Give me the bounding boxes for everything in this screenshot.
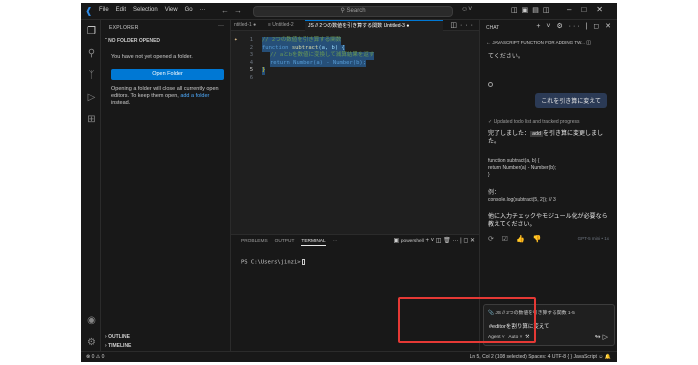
chat-message-text: てください。	[488, 54, 524, 60]
check-icon: ✓	[488, 119, 493, 125]
code-line: 6	[249, 74, 253, 81]
example-block: 例： console.log(subtract(5, 2)); // 3	[488, 190, 556, 203]
nav-arrows[interactable]: ←→	[221, 6, 247, 15]
panel-actions[interactable]: ▣ powershell + ˅ ◫ 🗑 ··· | ◻ ✕	[394, 237, 475, 244]
add-folder-link[interactable]: add a folder	[180, 93, 209, 99]
search-view-icon[interactable]: ⚲	[86, 48, 97, 59]
assistant-reply: 完了しました： add を引き算に変更しました。	[488, 131, 604, 145]
assistant-followup: 他に入力チェックやモジュール化が必要なら教えてください。	[488, 214, 608, 228]
sidebar-more-icon[interactable]: ···	[218, 23, 224, 29]
tab-untitled-3[interactable]: JS // 2つの数値を引き算する関数 Untitled-3 ●	[305, 20, 443, 31]
menu-bar: File Edit Selection View Go ···	[99, 7, 206, 13]
user-message-bubble: これを引き算に変えて	[535, 93, 607, 108]
copilot-status-icon[interactable]: ☺	[598, 354, 603, 360]
sparkle-icon[interactable]: ✦	[234, 36, 238, 44]
code-editor[interactable]: ✦ 1 // 2つの数値を引き算する関数 2 function subtract…	[231, 36, 479, 83]
progress-status[interactable]: ✓ Updated todo list and tracked progress	[488, 119, 579, 125]
panel-tabs: PROBLEMS OUTPUT TERMINAL ···	[241, 239, 337, 246]
account-icon[interactable]: ◉	[86, 315, 97, 326]
terminal-cursor	[301, 259, 305, 265]
code-line: ✦ 1 // 2つの数値を引き算する関数	[234, 36, 342, 45]
settings-gear-icon[interactable]: ⚙	[86, 337, 97, 348]
no-folder-section[interactable]: ˇ NO FOLDER OPENED	[105, 38, 160, 44]
window-controls[interactable]: –□✕	[567, 5, 613, 14]
layout-toggle-icons[interactable]: ◫▣▤◫	[511, 6, 553, 14]
explorer-sidebar: EXPLORER ··· ˇ NO FOLDER OPENED You have…	[101, 20, 231, 351]
copilot-icon[interactable]: ☺˅	[461, 6, 472, 13]
reaction-icons[interactable]: ⟳ ☑ 👍 👎	[488, 235, 544, 243]
command-center-search[interactable]: ⚲ Search	[253, 6, 453, 17]
editor-tabs: ntitled-1 ● ≡ Untitled-2 JS // 2つの数値を引き算…	[231, 20, 479, 31]
terminal-prompt: PS C:\Users\jinzi>	[241, 259, 301, 266]
no-folder-text: You have not yet opened a folder.	[111, 54, 193, 60]
status-circle-icon	[488, 82, 493, 87]
menu-selection[interactable]: Selection	[133, 7, 158, 13]
run-debug-icon[interactable]: ▷	[86, 92, 97, 103]
send-icon[interactable]: ↬▷	[595, 333, 610, 341]
editor-actions[interactable]: ◫···	[450, 21, 476, 29]
code-block: function subtract(a, b) { return Number(…	[488, 158, 557, 178]
chevron-right-icon: ›	[105, 334, 107, 340]
sidebar-title: EXPLORER	[109, 25, 139, 31]
back-arrow-icon[interactable]: ←	[486, 40, 491, 46]
open-folder-button[interactable]: Open Folder	[111, 69, 224, 80]
vscode-window: ❰ File Edit Selection View Go ··· ←→ ⚲ S…	[81, 3, 617, 362]
title-bar: ❰ File Edit Selection View Go ··· ←→ ⚲ S…	[81, 3, 617, 20]
red-highlight-box	[398, 297, 536, 343]
chat-session-icon[interactable]: ◫	[586, 40, 591, 46]
menu-go[interactable]: Go	[185, 7, 193, 13]
editor-status: Ln 5, Col 2 (108 selected) Spaces: 4 UTF…	[469, 354, 611, 360]
menu-view[interactable]: View	[165, 7, 178, 13]
shell-label: powershell	[400, 239, 424, 244]
menu-edit[interactable]: Edit	[116, 7, 126, 13]
explorer-icon[interactable]: ❐	[86, 26, 97, 37]
status-bar: ⊗ 0 ⚠ 0 Ln 5, Col 2 (108 selected) Space…	[81, 351, 617, 362]
notifications-icon[interactable]: 🔔	[605, 354, 611, 360]
menu-more[interactable]: ···	[200, 7, 206, 13]
panel-more[interactable]: ···	[333, 239, 338, 246]
extensions-icon[interactable]: ⊞	[86, 114, 97, 125]
timeline-section[interactable]: › TIMELINE	[105, 343, 131, 349]
menu-file[interactable]: File	[99, 7, 109, 13]
chat-title: CHAT	[486, 25, 500, 31]
sidebar-help-text: Opening a folder will close all currentl…	[111, 86, 219, 106]
chat-session-header[interactable]: ← JAVASCRIPT FUNCTION FOR ADDING TW... ◫	[486, 40, 591, 46]
chat-actions[interactable]: + ˅ ⚙ ··· | ◻ ✕	[536, 22, 613, 30]
vscode-logo-icon: ❰	[85, 6, 93, 16]
problems-status[interactable]: ⊗ 0 ⚠ 0	[86, 354, 104, 360]
tab-terminal[interactable]: TERMINAL	[301, 239, 326, 246]
editor-area: ntitled-1 ● ≡ Untitled-2 JS // 2つの数値を引き算…	[231, 20, 479, 233]
outline-section[interactable]: › OUTLINE	[105, 334, 130, 340]
code-line: 5 }	[249, 67, 266, 75]
tab-untitled-2[interactable]: ≡ Untitled-2	[265, 20, 305, 31]
model-info: GPT-5 mini • 1x	[577, 236, 609, 241]
chevron-right-icon: ›	[105, 343, 107, 349]
code-line: 3 // aとbを数値に変換して減算結果を返す	[249, 52, 375, 60]
search-label: Search	[346, 8, 366, 14]
panel-toolbar-icons[interactable]: + ˅ ◫ 🗑 ··· | ◻ ✕	[425, 238, 475, 244]
activity-bar: ❐ ⚲ ᛉ ▷ ⊞ ◉ ⚙	[81, 20, 101, 351]
terminal-output[interactable]: PS C:\Users\jinzi>	[241, 259, 305, 266]
tab-problems[interactable]: PROBLEMS	[241, 239, 268, 246]
terminal-icon: ▣	[393, 238, 400, 244]
source-control-icon[interactable]: ᛉ	[86, 70, 97, 81]
code-line: 4 return Number(a) - Number(b);	[249, 59, 367, 68]
search-icon: ⚲	[340, 8, 345, 14]
inline-code: add	[530, 131, 544, 137]
tab-untitled-1[interactable]: ntitled-1 ●	[231, 20, 265, 31]
chevron-down-icon: ˇ	[105, 38, 107, 44]
tab-output[interactable]: OUTPUT	[275, 239, 295, 246]
